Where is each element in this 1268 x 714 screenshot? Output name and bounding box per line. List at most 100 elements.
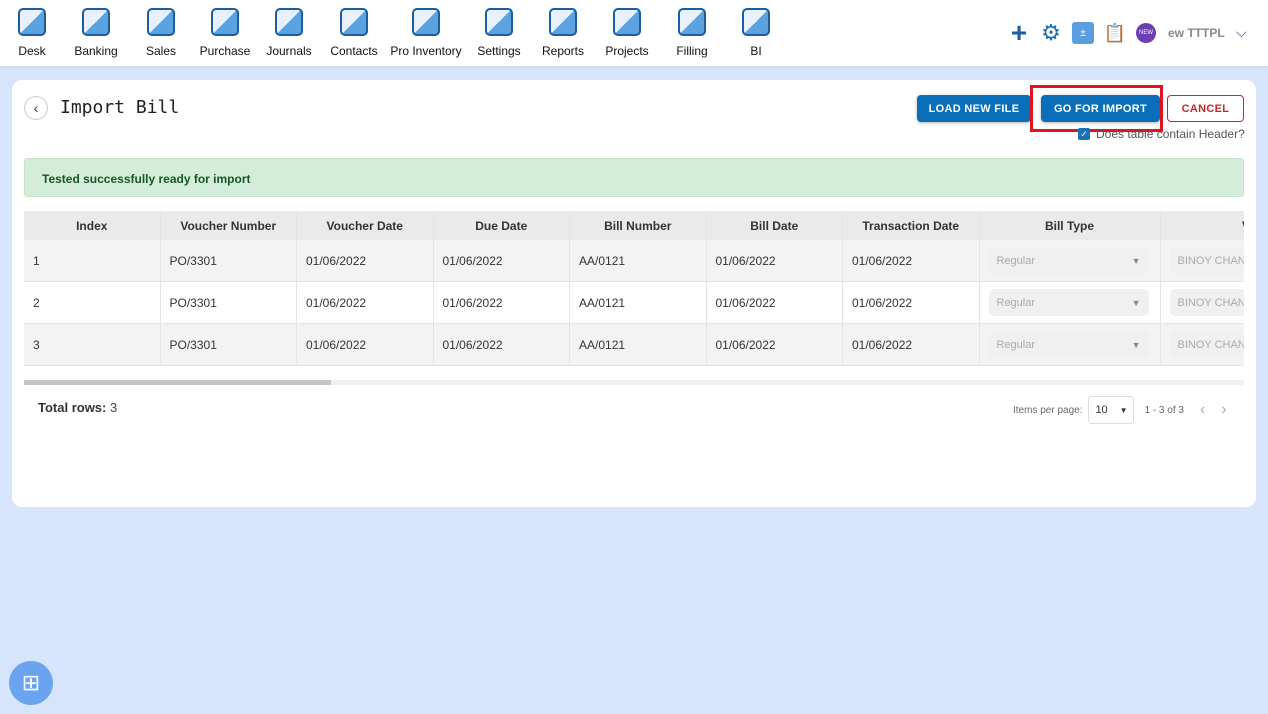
table-cell: 01/06/2022 xyxy=(297,324,434,365)
nav-item-contacts[interactable]: Contacts xyxy=(314,8,394,60)
horizontal-scrollbar[interactable] xyxy=(24,380,1244,385)
header-checkbox-label: Does table contain Header? xyxy=(1096,127,1245,141)
page-range: 1 - 3 of 3 xyxy=(1144,404,1184,416)
table-row: 1 PO/3301 01/06/2022 01/06/2022 AA/0121 01/06… xyxy=(24,240,1244,282)
filling-icon xyxy=(678,8,706,36)
nav-item-bi[interactable]: BI xyxy=(716,8,796,60)
column-header[interactable]: Due Date xyxy=(434,211,570,240)
bank-icon xyxy=(82,8,110,36)
bill-type-select[interactable]: Regular ▼ xyxy=(988,331,1149,358)
total-rows: Total rows: 3 xyxy=(38,400,117,415)
table-cell: AA/0121 xyxy=(570,324,707,365)
plus-icon[interactable]: + xyxy=(1008,17,1030,48)
bill-type-select[interactable]: Regular ▼ xyxy=(988,247,1149,274)
import-table: Index Voucher Number Voucher Date Due Date B… xyxy=(24,211,1244,367)
company-name[interactable]: ew TTTPL xyxy=(1168,26,1225,40)
table-cell: Regular ▼ xyxy=(980,240,1161,281)
checkbox-checked[interactable]: ✓ xyxy=(1078,128,1090,140)
table-cell: 01/06/2022 xyxy=(843,324,980,365)
import-bill-card: ‹ Import Bill LOAD NEW FILE GO FOR IMPOR… xyxy=(12,80,1256,507)
column-header[interactable]: Bill Date xyxy=(707,211,843,240)
calculator-icon[interactable]: ± xyxy=(1072,22,1094,44)
nav-label: Contacts xyxy=(330,44,378,58)
table-cell: 01/06/2022 xyxy=(297,282,434,323)
nav-label: BI xyxy=(750,44,762,58)
vendor-value: BINOY CHAN xyxy=(1177,338,1245,351)
new-badge-icon[interactable]: NEW xyxy=(1136,23,1156,43)
nav-label: Journals xyxy=(266,44,312,58)
column-header[interactable]: Bill Number xyxy=(570,211,707,240)
vendor-field[interactable]: BINOY CHAN xyxy=(1169,289,1245,316)
prev-page-button[interactable]: ‹ xyxy=(1200,401,1205,419)
table-cell: AA/0121 xyxy=(570,240,707,281)
settings-icon xyxy=(485,8,513,36)
apps-grid-button[interactable]: ⊞ xyxy=(9,661,53,705)
caret-down-icon: ▼ xyxy=(1119,405,1128,415)
table-cell: 01/06/2022 xyxy=(434,282,570,323)
inventory-icon xyxy=(412,8,440,36)
header-checkbox-row[interactable]: ✓ Does table contain Header? xyxy=(1078,127,1245,141)
desk-icon xyxy=(18,8,46,36)
nav-label: Pro Inventory xyxy=(390,44,462,58)
table-cell: BINOY CHAN xyxy=(1161,240,1244,281)
table-cell: 01/06/2022 xyxy=(843,240,980,281)
grid-icon: ⊞ xyxy=(21,670,41,695)
nav-label: Reports xyxy=(541,44,585,58)
column-header[interactable]: Voucher Number xyxy=(161,211,297,240)
total-label: Total rows: xyxy=(38,400,107,415)
clipboard-icon[interactable]: 📋 xyxy=(1104,22,1126,44)
caret-down-icon: ▼ xyxy=(1131,339,1141,350)
nav-item-pro-inventory[interactable]: Pro Inventory xyxy=(386,8,466,60)
table-row: 3 PO/3301 01/06/2022 01/06/2022 AA/0121 01/06… xyxy=(24,324,1244,366)
table-cell: 01/06/2022 xyxy=(843,282,980,323)
chevron-left-icon: ‹ xyxy=(33,100,39,116)
items-per-page-value: 10 xyxy=(1095,404,1108,416)
items-per-page-label: Items per page: xyxy=(1013,404,1083,416)
table-cell: BINOY CHAN xyxy=(1161,282,1245,323)
table-cell: 01/06/2022 xyxy=(434,324,570,365)
nav-label: Projects xyxy=(605,44,649,58)
table-cell: PO/3301 xyxy=(161,324,297,365)
vendor-field[interactable]: BINOY CHAN xyxy=(1169,247,1244,274)
top-navbar: Desk Banking Sales Purchase Journals Contacts… xyxy=(0,0,1268,66)
cancel-button[interactable]: CANCEL xyxy=(1167,95,1244,122)
projects-icon xyxy=(613,8,641,36)
bill-type-value: Regular xyxy=(996,296,1036,309)
nav-label: Settings xyxy=(477,44,521,58)
paginator: Items per page: 10 ▼ 1 - 3 of 3 ‹ › xyxy=(1013,396,1227,424)
bill-type-value: Regular xyxy=(996,254,1036,267)
load-new-file-button[interactable]: LOAD NEW FILE xyxy=(917,95,1031,122)
sales-icon xyxy=(147,8,175,36)
bill-type-select[interactable]: Regular ▼ xyxy=(988,289,1149,316)
vendor-field[interactable]: BINOY CHAN xyxy=(1169,331,1245,358)
table-cell: 01/06/2022 xyxy=(707,282,843,323)
table-cell: 01/06/2022 xyxy=(707,324,843,365)
nav-label: Desk xyxy=(18,44,46,58)
column-header[interactable]: Voucher Date xyxy=(297,211,434,240)
vendor-value: BINOY CHAN xyxy=(1177,296,1245,309)
table-header: Index Voucher Number Voucher Date Due Date B… xyxy=(24,211,1244,240)
reports-icon xyxy=(549,8,577,36)
table-cell: PO/3301 xyxy=(161,282,297,323)
column-header[interactable]: Bill Type xyxy=(980,211,1161,240)
caret-down-icon: ▼ xyxy=(1131,255,1141,266)
chevron-down-icon[interactable]: ⌵ xyxy=(1236,24,1247,41)
page-title: Import Bill xyxy=(60,97,180,118)
items-per-page-select[interactable]: 10 ▼ xyxy=(1088,396,1135,424)
table-cell: Regular ▼ xyxy=(980,282,1161,323)
back-button[interactable]: ‹ xyxy=(24,96,48,120)
next-page-button[interactable]: › xyxy=(1221,401,1226,419)
purchase-icon xyxy=(211,8,239,36)
table-cell: 1 xyxy=(24,240,161,281)
nav-label: Filling xyxy=(676,44,708,58)
table-cell: AA/0121 xyxy=(570,282,707,323)
success-alert: Tested successfully ready for import xyxy=(24,158,1244,197)
gear-icon[interactable]: ⚙ xyxy=(1040,20,1062,45)
table-row: 2 PO/3301 01/06/2022 01/06/2022 AA/0121 01/06… xyxy=(24,282,1244,324)
column-header[interactable]: Vendo xyxy=(1161,211,1244,240)
column-header[interactable]: Transaction Date xyxy=(843,211,980,240)
table-cell: 2 xyxy=(24,282,161,323)
scrollbar-thumb[interactable] xyxy=(24,380,331,385)
table-cell: 01/06/2022 xyxy=(297,240,434,281)
column-header[interactable]: Index xyxy=(24,211,161,240)
